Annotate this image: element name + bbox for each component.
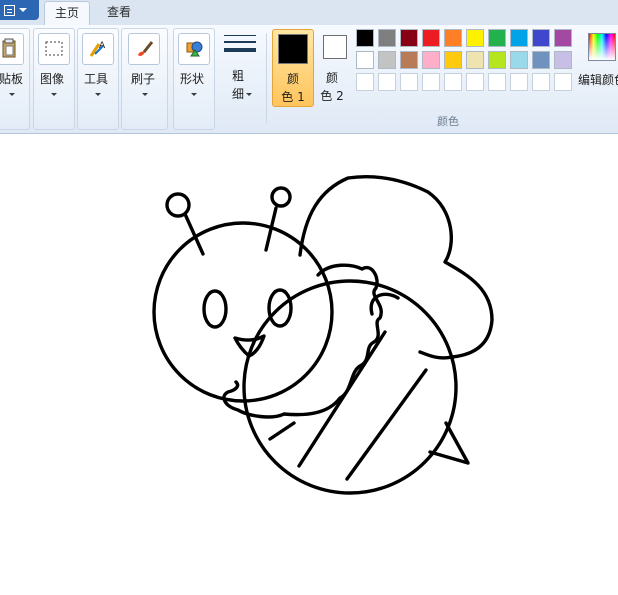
select-icon-tile [38, 33, 70, 65]
stripe [345, 368, 428, 481]
rainbow-icon [588, 33, 616, 61]
shapes-group[interactable]: 形状 [173, 28, 215, 130]
antenna-right-tip [270, 186, 292, 208]
brushes-group[interactable]: 刷子 [121, 28, 168, 130]
size-label-top: 粗 [232, 69, 245, 83]
colors-group-label: 颜色 [437, 115, 459, 128]
chevron-down-icon [246, 93, 252, 96]
size-button[interactable]: 粗 细 [220, 29, 260, 109]
tools-icon-tile: A [82, 33, 114, 65]
chevron-down-icon [19, 8, 27, 12]
tools-group[interactable]: A 工具 [77, 28, 119, 130]
palette-color-swatch[interactable] [488, 51, 506, 69]
eye-left [202, 289, 228, 329]
chevron-down-icon [95, 93, 101, 96]
stripe [268, 421, 296, 441]
ribbon-tab-bar: 主页 查看 [0, 0, 618, 27]
chevron-down-icon [191, 93, 197, 96]
palette-color-swatch[interactable] [422, 73, 440, 91]
paint-window: 主页 查看 贴板 图像 A 工具 刷子 形状 粗 细 颜 色 1 颜 色 2 颜… [0, 0, 618, 595]
palette-color-swatch[interactable] [378, 73, 396, 91]
palette-color-swatch[interactable] [444, 51, 462, 69]
brush-icon-tile [128, 33, 160, 65]
bee-drawing [152, 174, 494, 495]
palette-color-swatch[interactable] [444, 29, 462, 47]
clipboard-group: 贴板 [0, 28, 30, 130]
tab-home[interactable]: 主页 [44, 1, 90, 27]
palette-color-swatch[interactable] [356, 29, 374, 47]
shapes-label: 形状 [180, 72, 205, 86]
palette-color-swatch[interactable] [378, 29, 396, 47]
brush-icon [138, 41, 154, 56]
color1-swatch [278, 34, 308, 64]
palette-color-swatch[interactable] [422, 29, 440, 47]
palette-color-swatch[interactable] [466, 29, 484, 47]
stinger [428, 421, 470, 465]
palette-color-swatch[interactable] [444, 73, 462, 91]
clipboard-icon [2, 38, 16, 58]
color1-label-bottom: 色 1 [281, 90, 305, 104]
edit-colors-label: 编辑颜色 [578, 73, 618, 87]
palette-color-swatch[interactable] [510, 73, 528, 91]
chevron-down-icon [51, 93, 57, 96]
antenna-left-tip [165, 192, 191, 218]
palette-color-swatch[interactable] [532, 29, 550, 47]
chevron-down-icon [9, 93, 15, 96]
palette-color-swatch[interactable] [400, 51, 418, 69]
palette-color-swatch[interactable] [488, 73, 506, 91]
edit-colors-button[interactable]: 编辑颜色 [578, 29, 618, 115]
tools-label: 工具 [84, 72, 109, 86]
tools-icon: A [89, 41, 106, 57]
palette-color-swatch[interactable] [532, 73, 550, 91]
color1-label-top: 颜 [286, 72, 299, 86]
file-menu-button[interactable] [0, 0, 39, 20]
tab-view[interactable]: 查看 [97, 1, 141, 25]
palette-color-swatch[interactable] [554, 73, 572, 91]
shapes-icon-tile [178, 33, 210, 65]
palette-color-swatch[interactable] [466, 73, 484, 91]
palette-color-swatch[interactable] [422, 51, 440, 69]
color2-label-bottom: 色 2 [320, 89, 344, 103]
palette-color-swatch[interactable] [400, 29, 418, 47]
chevron-down-icon [142, 93, 148, 96]
clipboard-label: 贴板 [0, 72, 24, 86]
shapes-icon [186, 41, 203, 57]
svg-text:A: A [99, 41, 106, 51]
image-group[interactable]: 图像 [33, 28, 75, 130]
file-document-icon [4, 5, 15, 16]
palette-color-swatch[interactable] [356, 51, 374, 69]
size-label-bottom: 细 [232, 87, 245, 101]
line-width-icon [224, 35, 256, 52]
ribbon: 贴板 图像 A 工具 刷子 形状 粗 细 颜 色 1 颜 色 2 颜色 编辑颜 [0, 25, 618, 134]
palette-color-swatch[interactable] [532, 51, 550, 69]
palette-color-swatch[interactable] [378, 51, 396, 69]
palette-color-swatch[interactable] [356, 73, 374, 91]
palette-color-swatch[interactable] [466, 51, 484, 69]
head-circle [152, 221, 334, 403]
drawing-canvas[interactable] [0, 134, 618, 595]
palette-color-swatch[interactable] [488, 29, 506, 47]
select-icon [45, 41, 63, 56]
color1-button[interactable]: 颜 色 1 [272, 29, 314, 107]
brushes-label: 刷子 [131, 72, 156, 86]
color2-button[interactable]: 颜 色 2 [320, 29, 352, 105]
palette-color-swatch[interactable] [510, 29, 528, 47]
color2-label-top: 颜 [325, 71, 338, 85]
paste-button[interactable] [0, 33, 24, 65]
separator [266, 33, 267, 123]
palette-color-swatch[interactable] [554, 29, 572, 47]
image-label: 图像 [40, 72, 65, 86]
color2-swatch [323, 35, 347, 59]
palette-color-swatch[interactable] [554, 51, 572, 69]
palette-color-swatch[interactable] [400, 73, 418, 91]
palette-color-swatch[interactable] [510, 51, 528, 69]
color-palette [356, 29, 578, 97]
